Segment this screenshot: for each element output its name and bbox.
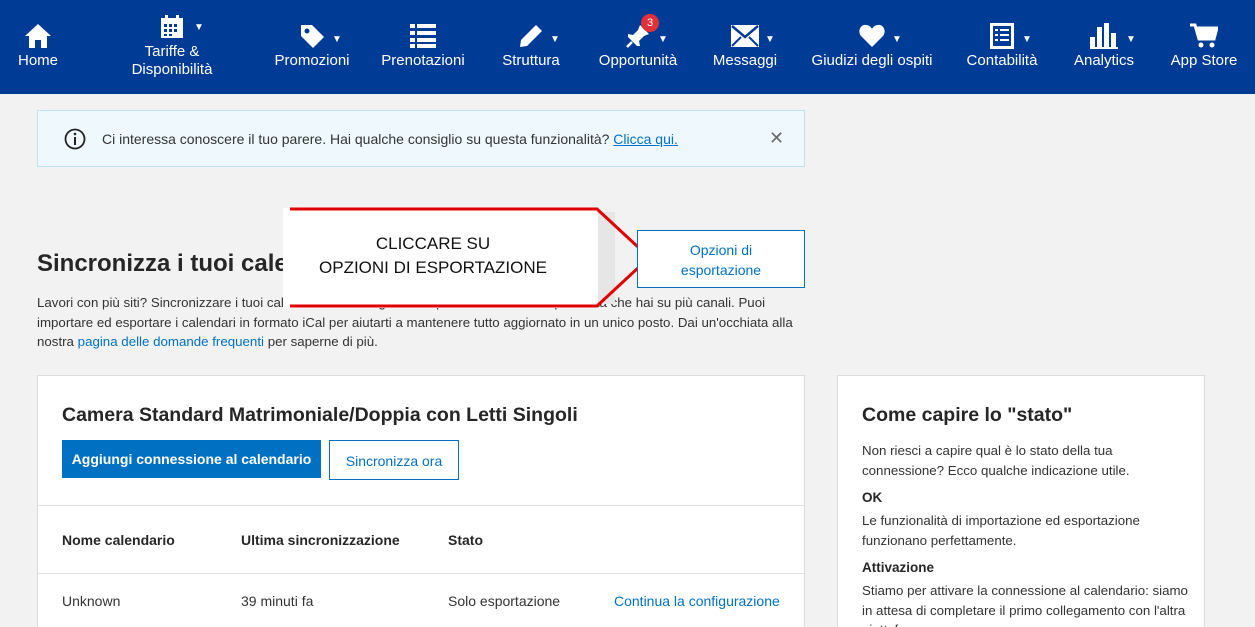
- nav-label: Analytics: [1073, 52, 1135, 69]
- faq-link[interactable]: pagina delle domande frequenti: [78, 334, 264, 349]
- callout-line2: OPZIONI DI ESPORTAZIONE: [319, 258, 547, 277]
- cell-action: Continua la configurazione: [614, 593, 780, 609]
- callout-text: CLICCARE SU OPZIONI DI ESPORTAZIONE: [283, 232, 583, 280]
- chevron-down-icon: ▼: [332, 34, 342, 45]
- nav-label-line1: Tariffe &: [144, 43, 200, 60]
- column-header-status: Stato: [448, 532, 483, 548]
- top-nav: Home ▼ Tariffe & Disponibilità ▼ Promozi…: [0, 0, 1255, 94]
- close-icon[interactable]: ✕: [769, 128, 784, 149]
- chevron-down-icon: ▼: [1126, 34, 1136, 45]
- nav-label: Struttura: [502, 52, 560, 69]
- nav-label: Promozioni: [274, 52, 350, 69]
- callout-line1: CLICCARE SU: [375, 234, 491, 253]
- nav-item-reservations[interactable]: Prenotazioni: [378, 0, 468, 94]
- nav-label: Opportunità: [598, 52, 678, 69]
- calendar-icon: [160, 13, 184, 41]
- callout-shadow: [596, 212, 615, 304]
- export-options-button[interactable]: Opzioni di esportazione: [637, 230, 805, 288]
- column-header-calendar-name: Nome calendario: [62, 532, 175, 548]
- feedback-message: Ci interessa conoscere il tuo parere. Ha…: [102, 131, 678, 147]
- envelope-icon: [731, 22, 759, 50]
- status-activation-text: Stiamo per attivare la connessione al ca…: [862, 583, 1188, 627]
- nav-item-home[interactable]: Home: [8, 0, 68, 94]
- list-icon: [410, 22, 436, 50]
- status-help-intro: Non riesci a capire qual è lo stato dell…: [862, 443, 1130, 478]
- nav-item-analytics[interactable]: ▼ Analytics: [1068, 0, 1140, 94]
- pencil-icon: [519, 22, 543, 50]
- continue-setup-link[interactable]: Continua la configurazione: [614, 593, 780, 609]
- status-ok-title: OK: [862, 490, 883, 505]
- sync-now-button[interactable]: Sincronizza ora: [329, 440, 459, 480]
- room-calendar-card: Camera Standard Matrimoniale/Doppia con …: [37, 375, 805, 627]
- nav-item-app-store[interactable]: App Store: [1166, 0, 1242, 94]
- nav-item-property[interactable]: ▼ Struttura: [498, 0, 564, 94]
- nav-label: Giudizi degli ospiti: [811, 52, 933, 69]
- column-header-last-sync: Ultima sincronizzazione: [241, 532, 400, 548]
- chevron-down-icon: ▼: [550, 34, 560, 45]
- feedback-text: Ci interessa conoscere il tuo parere. Ha…: [102, 131, 610, 147]
- room-title: Camera Standard Matrimoniale/Doppia con …: [62, 404, 578, 426]
- cell-calendar-name: Unknown: [62, 593, 121, 609]
- notification-badge: 3: [641, 14, 659, 32]
- nav-item-rates-availability[interactable]: ▼ Tariffe & Disponibilità: [122, 0, 222, 94]
- cell-last-sync: 39 minuti fa: [241, 593, 314, 609]
- status-ok-text: Le funzionalità di importazione ed espor…: [862, 513, 1140, 548]
- feedback-link[interactable]: Clicca qui.: [613, 131, 678, 147]
- divider: [38, 505, 804, 506]
- add-calendar-connection-button[interactable]: Aggiungi connessione al calendario: [62, 440, 321, 478]
- status-help-title: Come capire lo "stato": [862, 404, 1073, 426]
- nav-label: Prenotazioni: [381, 52, 465, 69]
- status-help-card: Come capire lo "stato" Non riesci a capi…: [837, 375, 1205, 627]
- status-activation-title: Attivazione: [862, 560, 935, 575]
- chevron-down-icon: ▼: [194, 22, 204, 33]
- nav-item-opportunities[interactable]: 3 ▼ Opportunità: [594, 0, 682, 94]
- info-icon: [64, 128, 86, 150]
- bar-chart-icon: [1090, 22, 1118, 50]
- cart-icon: [1190, 22, 1218, 50]
- nav-item-guest-reviews[interactable]: ▼ Giudizi degli ospiti: [808, 0, 936, 94]
- chevron-down-icon: ▼: [658, 34, 668, 45]
- nav-item-messages[interactable]: ▼ Messaggi: [710, 0, 780, 94]
- export-options-line2: esportazione: [680, 262, 762, 278]
- divider: [38, 573, 804, 574]
- nav-label-line2: Disponibilità: [131, 61, 213, 78]
- heart-icon: [859, 22, 885, 50]
- nav-item-promotions[interactable]: ▼ Promozioni: [272, 0, 352, 94]
- export-options-line1: Opzioni di: [689, 242, 753, 258]
- chevron-down-icon: ▼: [892, 34, 902, 45]
- nav-label: Home: [17, 52, 58, 69]
- nav-item-finance[interactable]: ▼ Contabilità: [962, 0, 1042, 94]
- home-icon: [24, 22, 52, 50]
- feedback-banner: Ci interessa conoscere il tuo parere. Ha…: [37, 110, 805, 167]
- chevron-down-icon: ▼: [1022, 34, 1032, 45]
- nav-label: Contabilità: [966, 52, 1038, 69]
- nav-label: App Store: [1170, 52, 1238, 69]
- chevron-down-icon: ▼: [765, 34, 775, 45]
- tag-icon: [299, 22, 325, 50]
- document-icon: [990, 22, 1014, 50]
- intro-tail: per saperne di più.: [267, 334, 378, 349]
- cell-status: Solo esportazione: [448, 593, 561, 609]
- nav-label: Messaggi: [712, 52, 778, 69]
